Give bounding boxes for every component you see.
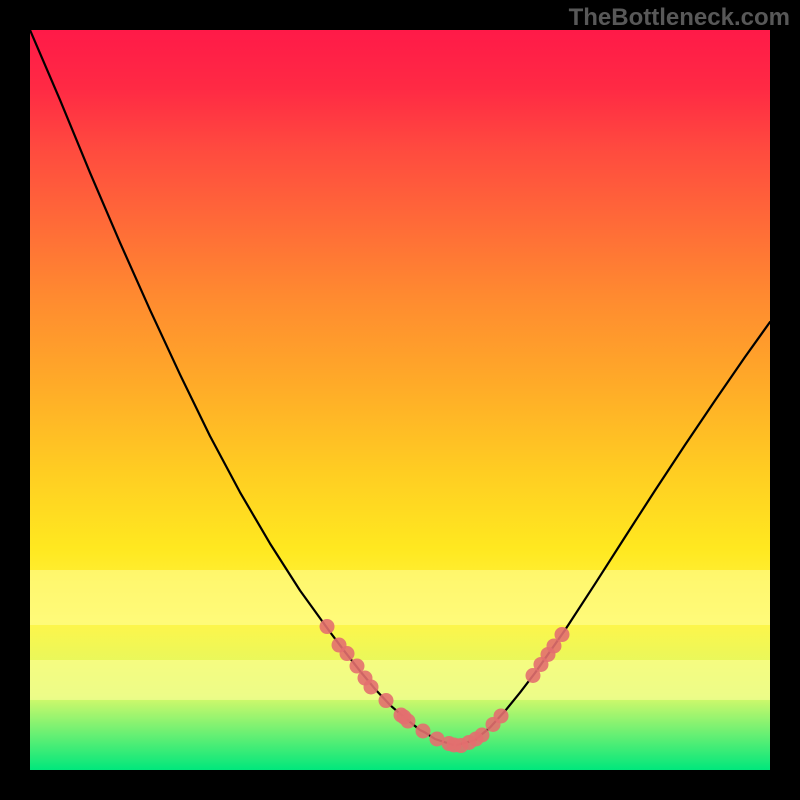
plot-area: [30, 30, 770, 770]
marker-dot: [474, 728, 489, 743]
marker-dot: [494, 708, 509, 723]
marker-dot: [416, 724, 431, 739]
curve-path: [30, 30, 770, 746]
marker-dot: [320, 619, 335, 634]
marker-dot: [554, 627, 569, 642]
watermark-text: TheBottleneck.com: [569, 4, 790, 32]
marker-dot: [400, 714, 415, 729]
marker-dot: [379, 693, 394, 708]
marker-dot: [340, 646, 355, 661]
chart-stage: TheBottleneck.com: [0, 0, 800, 800]
chart-overlay-svg: [30, 30, 770, 770]
marker-dot: [363, 679, 378, 694]
